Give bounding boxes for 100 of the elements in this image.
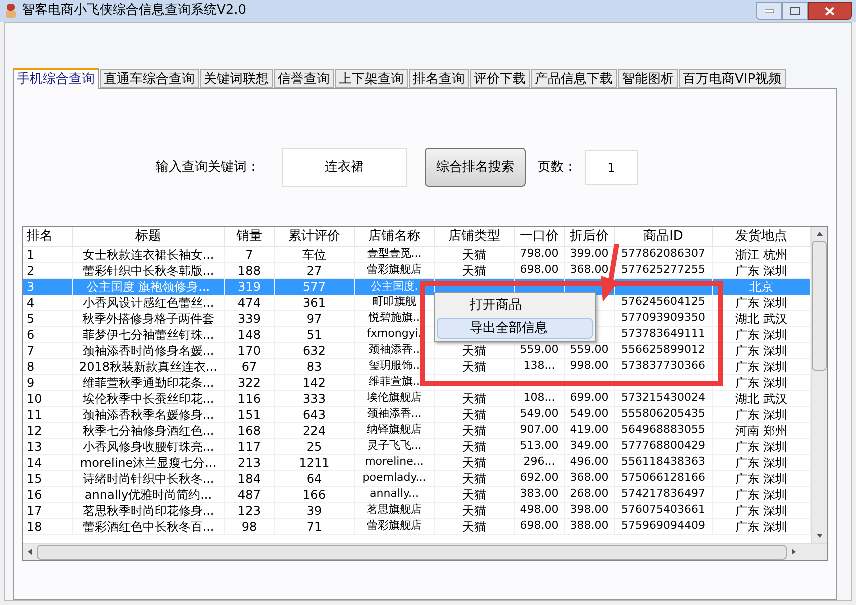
tab[interactable]: 信誉查询 xyxy=(274,69,334,88)
table-cell: 368.00 xyxy=(570,263,609,278)
table-cell: 398.00 xyxy=(570,503,609,518)
page-field[interactable]: 1 xyxy=(585,150,638,185)
table-cell: 349.00 xyxy=(570,439,609,454)
table-cell: 湖北 武汉 xyxy=(736,391,788,406)
table-cell: 颈袖添香... xyxy=(367,407,422,422)
table-cell: 天猫 xyxy=(462,519,486,534)
table-cell: 798.00 xyxy=(520,247,559,262)
table-row[interactable]: 12 秋季七分袖修身酒红色... 168 224 纳铎旗舰店 天猫 907.00 419.00 564968883055 河南 郑州 xyxy=(23,423,811,439)
scroll-thumb[interactable] xyxy=(812,241,827,371)
table-row[interactable]: 9 维菲萱秋季通勤印花条... 322 142 维菲萱旗.. 广东 深圳 xyxy=(23,375,811,391)
table-cell: 138... xyxy=(524,359,556,374)
table-cell: 河南 郑州 xyxy=(736,423,788,438)
table-cell: moreline... xyxy=(365,455,424,470)
table-cell: 14 xyxy=(27,455,42,470)
column-header[interactable]: 店铺类型 xyxy=(435,227,515,246)
table-cell: 12 xyxy=(27,423,42,438)
table-cell: 蕾彩旗舰店 xyxy=(367,263,422,278)
table-cell: 117 xyxy=(238,439,261,454)
table-cell: 213 xyxy=(238,455,261,470)
table-cell: 灵子飞飞... xyxy=(367,439,422,454)
table-cell: 39 xyxy=(306,503,322,518)
table-row[interactable]: 7 颈袖添香时尚修身名媛... 170 632 颈袖添香.. 天猫 559.00 559.00 556625899012 广东 深圳 xyxy=(23,343,811,359)
table-row[interactable]: 16 annally优雅时尚简约... 487 166 annally... 天猫 383.00 268.00 574217836497 广东 深圳 xyxy=(23,487,811,503)
table-cell: 浙江 杭州 xyxy=(736,247,788,262)
tab[interactable]: 排名查询 xyxy=(409,69,469,88)
table-cell: 573783649111 xyxy=(622,327,706,342)
table-cell: 388.00 xyxy=(570,519,609,534)
table-row[interactable]: 1 女士秋款连衣裙长袖女... 7 车位 壹型壹觅... 天猫 798.00 399.00 577862086307 浙江 杭州 xyxy=(23,247,811,263)
table-cell: 北京 xyxy=(750,279,774,295)
tab[interactable]: 关键词联想 xyxy=(200,69,273,88)
column-header[interactable]: 排名 xyxy=(23,227,73,246)
table-cell: 98 xyxy=(242,519,258,534)
minimize-button[interactable] xyxy=(756,2,782,20)
table-cell: 维菲萱秋季通勤印花条... xyxy=(82,375,214,390)
table-cell: 188 xyxy=(238,263,261,278)
column-header[interactable]: 商品ID xyxy=(615,227,713,246)
table-cell: 549.00 xyxy=(570,407,609,422)
table-cell: 广东 深圳 xyxy=(736,407,788,422)
page-label: 页数： xyxy=(538,158,577,177)
table-cell: 町叩旗舰 xyxy=(372,295,416,310)
table-cell: 悦碧施旗.. xyxy=(369,311,420,326)
close-button[interactable] xyxy=(808,2,852,20)
table-cell: 123 xyxy=(238,503,261,518)
table-row[interactable]: 10 埃伦秋季中长蚕丝印花... 116 333 埃伦旗舰店 天猫 108... 699.00 573215430024 湖北 武汉 xyxy=(23,391,811,407)
minimize-icon xyxy=(764,9,774,13)
horizontal-scrollbar[interactable] xyxy=(23,543,827,560)
table-cell: 广东 深圳 xyxy=(736,375,788,390)
table-row[interactable]: 11 颈袖添香秋季名媛修身... 151 643 颈袖添香... 天猫 549.00 549.00 555806205435 广东 深圳 xyxy=(23,407,811,423)
table-cell: moreline沐兰显瘦七分... xyxy=(80,455,217,470)
menu-item[interactable]: 导出全部信息 xyxy=(437,318,593,339)
table-cell: 女士秋款连衣裙长袖女... xyxy=(82,247,214,262)
table-cell: fxmongyi. xyxy=(367,327,422,342)
table-row[interactable]: 17 茗思秋季时尚印花修身... 123 39 茗思旗舰店 天猫 498.00 398.00 576075403661 广东 深圳 xyxy=(23,503,811,519)
table-cell: 广东 深圳 xyxy=(736,503,788,518)
vertical-scrollbar[interactable] xyxy=(811,227,827,543)
column-header[interactable]: 标题 xyxy=(73,227,225,246)
tab[interactable]: 百万电商VIP视频 xyxy=(679,69,786,88)
column-header[interactable]: 店铺名称 xyxy=(355,227,435,246)
column-header[interactable]: 一口价 xyxy=(515,227,565,246)
table-cell: 998.00 xyxy=(570,359,609,374)
table-row[interactable]: 13 小香风修身收腰钉珠亮... 117 25 灵子飞飞... 天猫 513.00 349.00 577768800429 广东 深圳 xyxy=(23,439,811,455)
table-cell: 10 xyxy=(27,391,42,406)
tab[interactable]: 手机综合查询 xyxy=(13,68,99,89)
table-cell: 549.00 xyxy=(520,407,559,422)
table-cell: 319 xyxy=(238,279,261,295)
table-row[interactable]: 15 诗绪时尚针织中长秋冬... 184 64 poemlady... 天猫 692.00 368.00 575066128166 广东 深圳 xyxy=(23,471,811,487)
table-cell: 5 xyxy=(27,311,35,326)
table-cell: 1211 xyxy=(299,455,330,470)
table-cell: 车位 xyxy=(302,247,326,262)
table-cell: 天猫 xyxy=(462,455,486,470)
table-row[interactable]: 14 moreline沐兰显瘦七分... 213 1211 moreline... 天猫 296... 496.00 556118438363 广东 深圳 xyxy=(23,455,811,471)
table-cell: 天猫 xyxy=(462,247,486,262)
table-cell: 51 xyxy=(306,327,322,342)
table-cell: 383.00 xyxy=(520,487,559,502)
maximize-button[interactable] xyxy=(782,2,808,20)
table-cell: 556625899012 xyxy=(622,343,706,358)
table-cell: 天猫 xyxy=(462,407,486,422)
tab[interactable]: 产品信息下载 xyxy=(531,69,617,88)
table-cell: 秋季七分袖修身酒红色... xyxy=(82,423,214,438)
tab[interactable]: 上下架查询 xyxy=(335,69,408,88)
search-button[interactable]: 综合排名搜索 xyxy=(425,148,526,187)
table-cell: 577768800429 xyxy=(622,439,706,454)
table-cell: 小香风设计感红色蕾丝... xyxy=(82,295,214,310)
table-row[interactable]: 8 2018秋装新款真丝连衣... 67 83 玺玥服饰.. 天猫 138... 998.00 573837730366 广东 深圳 xyxy=(23,359,811,375)
scroll-thumb[interactable] xyxy=(37,544,787,560)
tab[interactable]: 评价下载 xyxy=(470,69,530,88)
table-cell: 496.00 xyxy=(570,455,609,470)
table-row[interactable]: 18 蕾彩酒红色中长秋冬百... 98 71 蕾彩旗舰店 天猫 698.00 388.00 575969094409 广东 深圳 xyxy=(23,519,811,535)
column-header[interactable]: 折后价 xyxy=(565,227,615,246)
column-header[interactable]: 销量 xyxy=(225,227,275,246)
keyword-field[interactable]: 连衣裙 xyxy=(282,148,407,187)
table-cell: 574217836497 xyxy=(622,487,706,502)
table-cell: 322 xyxy=(238,375,261,390)
table-cell: 广东 深圳 xyxy=(736,471,788,486)
tab[interactable]: 直通车综合查询 xyxy=(100,69,199,88)
column-header[interactable]: 累计评价 xyxy=(275,227,355,246)
tab[interactable]: 智能图析 xyxy=(618,69,678,88)
table-cell: 9 xyxy=(27,375,35,390)
